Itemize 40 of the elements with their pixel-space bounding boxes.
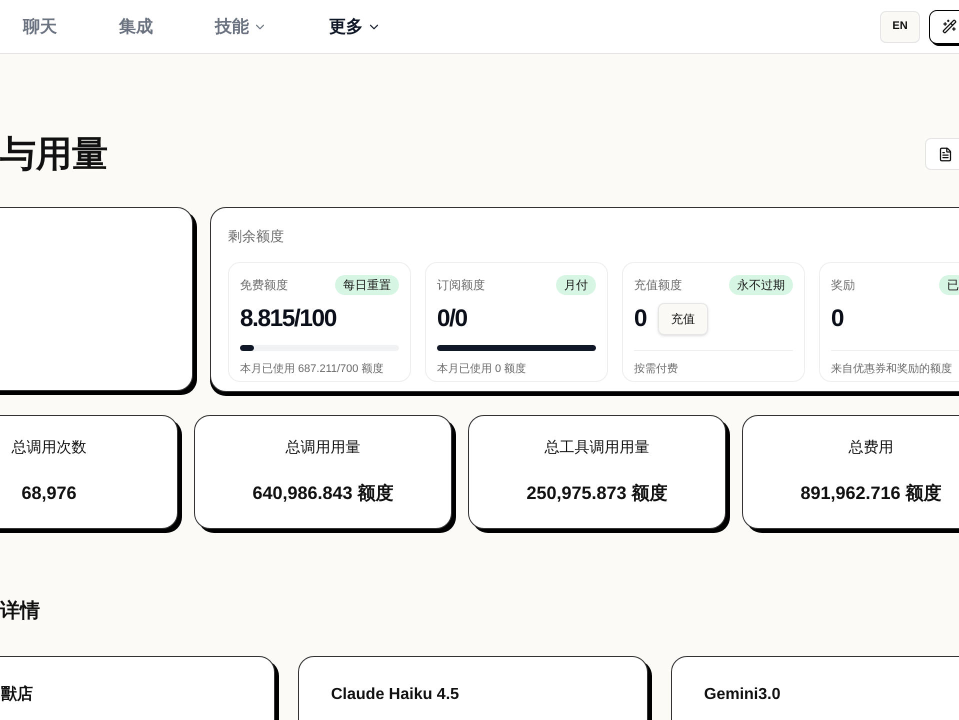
- nav-link[interactable]: 聊天: [23, 14, 57, 40]
- stat-label: 总调用用量: [286, 438, 360, 458]
- quota-tag: 永不过期: [729, 275, 793, 295]
- stat-value: 891,962.716 额度: [800, 482, 942, 505]
- quota-value: 8.815/100: [240, 304, 336, 334]
- stat-label: 总费用: [848, 438, 894, 458]
- quota-label: 免费额度: [240, 277, 288, 294]
- stat-value: 640,986.843 额度: [252, 482, 394, 505]
- recharge-button[interactable]: 充值: [658, 303, 708, 335]
- document-icon: [938, 146, 952, 162]
- quota-label: 奖励: [831, 277, 855, 294]
- quota-tag: 月付: [556, 275, 596, 295]
- quota-note: 按需付费: [634, 362, 679, 377]
- magic-wand-button[interactable]: [929, 10, 959, 44]
- panel-title: 剩余额度: [228, 228, 284, 244]
- quota-value: 0: [634, 304, 646, 334]
- quota-value: 0/0: [437, 304, 467, 334]
- magic-wand-icon: [942, 19, 956, 34]
- language-button[interactable]: EN: [880, 10, 920, 42]
- nav-link[interactable]: 集成: [119, 14, 153, 40]
- nav-link[interactable]: 技能: [215, 14, 267, 40]
- quota-note: 本月已使用 0 额度: [437, 362, 528, 377]
- quota-note: 本月已使用 687.211/700 额度: [240, 362, 384, 377]
- quota-tag: 已: [939, 275, 959, 295]
- quota-note: 来自优惠券和奖励的额度: [831, 362, 953, 377]
- quota-value: 0: [831, 304, 844, 334]
- stat-label: 总工具调用用量: [544, 438, 650, 458]
- stat-value: 250,975.873 额度: [526, 482, 668, 505]
- model-name: Claude Haiku 4.5: [331, 686, 460, 703]
- stat-label: 总调用次数: [12, 438, 86, 458]
- nav-link[interactable]: 更多: [329, 14, 381, 40]
- stat-value: 68,976: [21, 482, 77, 505]
- page-title: 与用量: [0, 136, 108, 172]
- quota-tag: 每日重置: [335, 275, 399, 295]
- quota-label: 订阅额度: [437, 277, 485, 294]
- quota-label: 充值额度: [634, 277, 682, 294]
- model-name: 獸店: [1, 686, 33, 703]
- model-name: Gemini3.0: [704, 686, 780, 703]
- section-title: 详情: [0, 601, 41, 621]
- document-button[interactable]: [925, 138, 959, 170]
